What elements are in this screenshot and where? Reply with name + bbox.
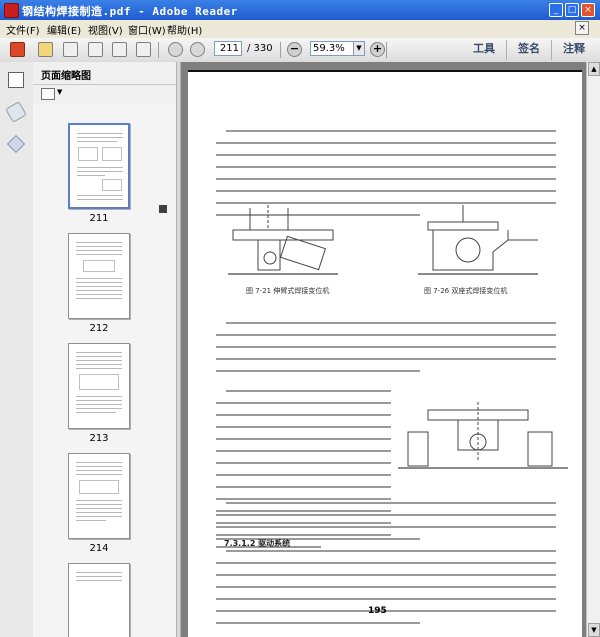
menu-view[interactable]: 视图(V) [88, 22, 123, 37]
scroll-up-icon[interactable]: ▲ [588, 62, 600, 76]
text-line [216, 334, 556, 336]
figure1-caption: 图 7-21 伸臂式焊接变位机 [246, 287, 330, 295]
figure2-caption: 图 7-26 双座式焊接变位机 [424, 287, 508, 295]
text-line [216, 586, 556, 588]
zoom-out-button[interactable]: − [287, 42, 302, 57]
text-line [226, 502, 556, 504]
text-line [216, 154, 556, 156]
adobe-reader-icon [4, 3, 19, 18]
figure-welding-positioner-3 [398, 402, 568, 469]
text-line [216, 346, 556, 348]
page-number-input[interactable]: 211 [214, 41, 242, 56]
title-bar: 钢结构焊接制造.pdf - Adobe Reader _ □ × [0, 0, 600, 20]
page-thumbnails-icon[interactable] [8, 72, 24, 88]
text-line [216, 426, 391, 428]
zoom-input[interactable]: 59.3% [310, 41, 354, 56]
text-line [216, 474, 391, 476]
text-line [216, 370, 420, 372]
text-line [216, 462, 391, 464]
toolbar-separator [158, 42, 159, 58]
toolbar-separator [506, 40, 507, 60]
sign-button[interactable]: 签名 [510, 38, 548, 62]
text-line [216, 562, 556, 564]
print-icon[interactable] [112, 42, 127, 57]
text-line [216, 178, 556, 180]
maximize-button[interactable]: □ [565, 3, 579, 17]
text-line [216, 358, 556, 360]
save-icon[interactable] [88, 42, 103, 57]
layers-icon[interactable] [6, 134, 26, 154]
thumbnail-label: 211 [89, 213, 109, 224]
toolbar-separator [280, 42, 281, 58]
scroll-marker [159, 205, 167, 213]
thumbnail-page[interactable] [68, 233, 130, 319]
thumbnail-label: 213 [89, 433, 109, 444]
page-number: 195 [368, 606, 387, 616]
menu-help[interactable]: 帮助(H) [167, 22, 202, 37]
next-page-icon[interactable] [190, 42, 205, 57]
navigation-strip [0, 62, 34, 637]
previous-page-icon[interactable] [168, 42, 183, 57]
page-total: / 330 [247, 43, 273, 54]
text-line [226, 550, 556, 552]
thumbnail-page[interactable] [68, 123, 130, 209]
menu-bar: 文件(F) 编辑(E) 视图(V) 窗口(W) 帮助(H) [0, 20, 600, 39]
thumbnail-label: 212 [89, 323, 109, 334]
text-line [216, 402, 391, 404]
menu-window[interactable]: 窗口(W) [128, 22, 166, 37]
figure-welding-positioner-2 [418, 205, 538, 275]
create-pdf-icon[interactable] [10, 42, 25, 57]
thumbnail-page[interactable] [68, 343, 130, 429]
attachments-icon[interactable] [5, 101, 27, 123]
tools-button[interactable]: 工具 [465, 38, 503, 62]
text-line [216, 598, 556, 600]
figure-welding-positioner-1 [228, 205, 338, 275]
zoom-in-button[interactable]: + [370, 42, 385, 57]
text-line [216, 190, 556, 192]
text-line [216, 486, 391, 488]
text-line [216, 574, 556, 576]
thumbnail-label: 214 [89, 543, 109, 554]
thumbnail-pane-tools: ▼ [33, 85, 176, 105]
text-line [216, 622, 420, 624]
text-line [226, 322, 556, 324]
text-line [216, 450, 391, 452]
text-line [226, 130, 556, 132]
text-line [216, 510, 391, 512]
document-page: 图 7-21 伸臂式焊接变位机 图 7-26 双座式焊接变位机 7.3.1.2 … [188, 70, 582, 637]
chevron-down-icon[interactable]: ▼ [57, 88, 62, 96]
text-line [216, 522, 391, 524]
open-folder-icon[interactable] [38, 42, 53, 57]
thumbnail-page[interactable] [68, 563, 130, 637]
text-line [216, 514, 556, 516]
vertical-scrollbar[interactable]: ▲ ▼ [586, 62, 600, 637]
text-line [216, 526, 556, 528]
close-button[interactable]: × [581, 3, 595, 17]
close-document-icon[interactable]: × [575, 21, 589, 35]
email-icon[interactable] [136, 42, 151, 57]
text-line [216, 166, 556, 168]
menu-file[interactable]: 文件(F) [6, 22, 40, 37]
edit-document-icon[interactable] [63, 42, 78, 57]
toolbar-separator [551, 40, 552, 60]
section-heading: 7.3.1.2 驱动系统 [224, 539, 291, 548]
thumbnail-page[interactable] [68, 453, 130, 539]
thumbnail-pane-header: 页面缩略图 [33, 62, 176, 85]
toolbar-separator [386, 42, 387, 58]
text-line [216, 438, 391, 440]
pane-title: 页面缩略图 [41, 71, 91, 82]
menu-edit[interactable]: 编辑(E) [47, 22, 81, 37]
text-line [216, 142, 556, 144]
text-line [216, 498, 391, 500]
window-title: 钢结构焊接制造.pdf - Adobe Reader [22, 5, 238, 18]
zoom-dropdown-icon[interactable]: ▼ [354, 41, 365, 56]
minimize-button[interactable]: _ [549, 3, 563, 17]
text-line [216, 534, 391, 536]
options-icon[interactable] [41, 88, 55, 100]
text-line [216, 414, 391, 416]
scroll-down-icon[interactable]: ▼ [588, 623, 600, 637]
thumbnail-list[interactable]: 211 212 213 214 [33, 105, 176, 637]
comment-button[interactable]: 注释 [555, 38, 593, 62]
text-line [226, 390, 391, 392]
